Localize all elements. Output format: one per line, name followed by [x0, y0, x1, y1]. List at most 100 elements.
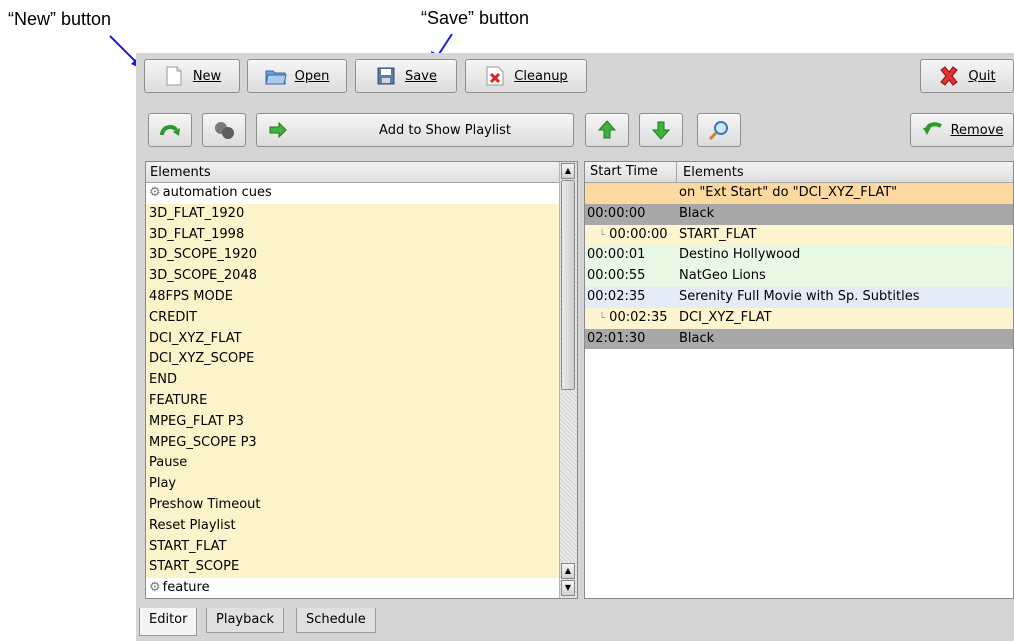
list-item[interactable]: START_SCOPE — [146, 557, 560, 579]
playlist-element-cell: Destino Hollywood — [679, 247, 801, 263]
playlist-row[interactable]: └ 00:00:00 START_FLAT — [585, 224, 1013, 246]
playlist-row[interactable]: └ 00:02:35 DCI_XYZ_FLAT — [585, 307, 1013, 329]
list-item[interactable]: Reset Playlist — [146, 515, 560, 537]
list-item[interactable]: MPEG_SCOPE P3 — [146, 432, 560, 454]
list-item[interactable]: END — [146, 370, 560, 391]
list-item[interactable]: START_FLAT — [146, 536, 560, 558]
open-button-label: Open — [294, 68, 330, 84]
list-item[interactable]: Preshow Timeout — [146, 494, 560, 516]
start-time-column-header[interactable]: Start Time — [585, 162, 677, 182]
start-time-cell: └ 00:00:00 — [599, 226, 668, 242]
playlist-row[interactable]: on "Ext Start" do "DCI_XYZ_FLAT" — [585, 183, 1013, 204]
application-window: New Open Save Cleanup Quit Add to Show P… — [136, 53, 1014, 641]
list-item[interactable]: DCI_XYZ_FLAT — [146, 328, 560, 350]
search-button[interactable] — [697, 113, 741, 147]
group-label: automation cues — [162, 185, 272, 200]
remove-button-label: Remove — [950, 122, 1004, 138]
list-item[interactable]: DCI_XYZ_SCOPE — [146, 349, 560, 371]
start-time-cell: 00:00:55 — [587, 268, 646, 284]
start-time-cell: 00:00:01 — [587, 247, 646, 263]
elements-column-header[interactable]: Elements — [146, 162, 560, 183]
scroll-thumb[interactable] — [561, 180, 575, 390]
start-time-header-label: Start Time — [590, 164, 658, 179]
cleanup-button-label: Cleanup — [514, 68, 568, 84]
playlist-row[interactable]: 00:00:55 NatGeo Lions — [585, 266, 1013, 287]
quit-button[interactable]: Quit — [920, 59, 1014, 93]
start-time-cell: └ 00:02:35 — [599, 309, 668, 325]
playlist-row[interactable]: 00:02:35 Serenity Full Movie with Sp. Sub… — [585, 286, 1013, 308]
playlist-element-cell: NatGeo Lions — [679, 268, 766, 284]
quit-x-icon — [938, 65, 960, 87]
cleanup-icon — [484, 65, 506, 87]
list-item[interactable]: FEATURE — [146, 390, 560, 412]
magnifier-icon — [708, 119, 730, 141]
bottom-tabs: Editor Playback Schedule — [136, 608, 1014, 641]
playlist-row[interactable]: 00:00:01 Destino Hollywood — [585, 245, 1013, 267]
open-button[interactable]: Open — [247, 59, 347, 93]
quit-button-label: Quit — [968, 68, 996, 84]
tab-schedule[interactable]: Schedule — [296, 608, 376, 633]
save-button-label: Save — [405, 68, 437, 84]
elements-list-panel: Elements ⚙ automation cues 3D_FLAT_1920 3D_… — [145, 161, 578, 599]
new-button[interactable]: New — [144, 59, 240, 93]
green-down-arrow-icon — [650, 119, 672, 141]
move-down-button[interactable] — [639, 113, 683, 147]
tab-editor[interactable]: Editor — [139, 608, 198, 636]
group-button[interactable] — [202, 113, 246, 147]
start-time-cell: 02:01:30 — [587, 330, 646, 346]
show-playlist-panel: Start Time Elements on "Ext Start" do "D… — [584, 161, 1014, 599]
scroll-down-icon[interactable]: ▼ — [561, 580, 575, 596]
green-right-arrow-icon — [267, 119, 289, 141]
start-time-cell: 00:02:35 — [587, 288, 646, 304]
list-item[interactable]: CREDIT — [146, 307, 560, 329]
elements-scrollbar[interactable]: ▲ ▲ ▼ — [559, 162, 577, 598]
list-item[interactable]: Pause — [146, 453, 560, 475]
playlist-element-cell: Black — [679, 205, 715, 221]
loop-button[interactable] — [148, 113, 192, 147]
save-disk-icon — [375, 65, 397, 87]
scroll-up-icon[interactable]: ▲ — [561, 163, 575, 179]
tab-playback[interactable]: Playback — [206, 608, 285, 633]
film-reel-icon: ⚙ — [149, 580, 161, 596]
main-toolbar: New Open Save Cleanup Quit — [136, 53, 1014, 103]
green-up-arrow-icon — [596, 119, 618, 141]
list-item[interactable]: 48FPS MODE — [146, 286, 560, 308]
cleanup-button[interactable]: Cleanup — [465, 59, 587, 93]
remove-button[interactable]: Remove — [910, 113, 1014, 147]
group-label: feature — [162, 580, 210, 596]
playlist-rows: on "Ext Start" do "DCI_XYZ_FLAT" 00:00:00… — [585, 183, 1013, 350]
start-time-cell — [585, 183, 677, 204]
save-button[interactable]: Save — [355, 59, 457, 93]
playlist-elements-column-header[interactable]: Elements — [677, 165, 744, 180]
playlist-element-cell: Serenity Full Movie with Sp. Subtitles — [679, 288, 920, 304]
new-document-icon — [163, 65, 185, 87]
list-item[interactable]: 3D_FLAT_1920 — [146, 203, 560, 225]
elements-header-label: Elements — [150, 164, 211, 180]
group-feature[interactable]: ⚙ feature — [146, 578, 560, 598]
playlist-toolbar: Add to Show Playlist Remove — [136, 108, 1014, 158]
elements-list: ⚙ automation cues 3D_FLAT_1920 3D_FLAT_1998… — [146, 183, 560, 598]
green-curved-arrow-icon — [159, 119, 181, 141]
playlist-element-cell: START_FLAT — [679, 226, 757, 242]
playlist-element-cell: on "Ext Start" do "DCI_XYZ_FLAT" — [679, 185, 898, 200]
move-up-button[interactable] — [585, 113, 629, 147]
playlist-row[interactable]: 00:00:00 Black — [585, 203, 1013, 225]
gear-icon: ⚙ — [149, 185, 161, 200]
scroll-up-bottom-icon[interactable]: ▲ — [561, 563, 575, 579]
add-to-show-playlist-button[interactable]: Add to Show Playlist — [256, 113, 574, 147]
playlist-element-cell: Black — [679, 330, 715, 346]
gray-gears-icon — [213, 119, 235, 141]
new-button-label: New — [192, 68, 222, 84]
list-item[interactable]: MPEG_FLAT P3 — [146, 411, 560, 433]
list-item[interactable]: Play — [146, 474, 560, 495]
playlist-header: Start Time Elements — [585, 162, 1013, 183]
list-item[interactable]: 3D_FLAT_1998 — [146, 224, 560, 246]
group-automation-cues[interactable]: ⚙ automation cues — [146, 183, 560, 204]
playlist-element-cell: DCI_XYZ_FLAT — [679, 309, 772, 325]
playlist-elements-header-label: Elements — [683, 164, 744, 180]
list-item[interactable]: 3D_SCOPE_2048 — [146, 266, 560, 287]
list-item[interactable]: 3D_SCOPE_1920 — [146, 245, 560, 267]
start-time-cell: 00:00:00 — [587, 205, 646, 221]
playlist-row[interactable]: 02:01:30 Black — [585, 328, 1013, 350]
add-to-show-playlist-label: Add to Show Playlist — [379, 122, 511, 138]
